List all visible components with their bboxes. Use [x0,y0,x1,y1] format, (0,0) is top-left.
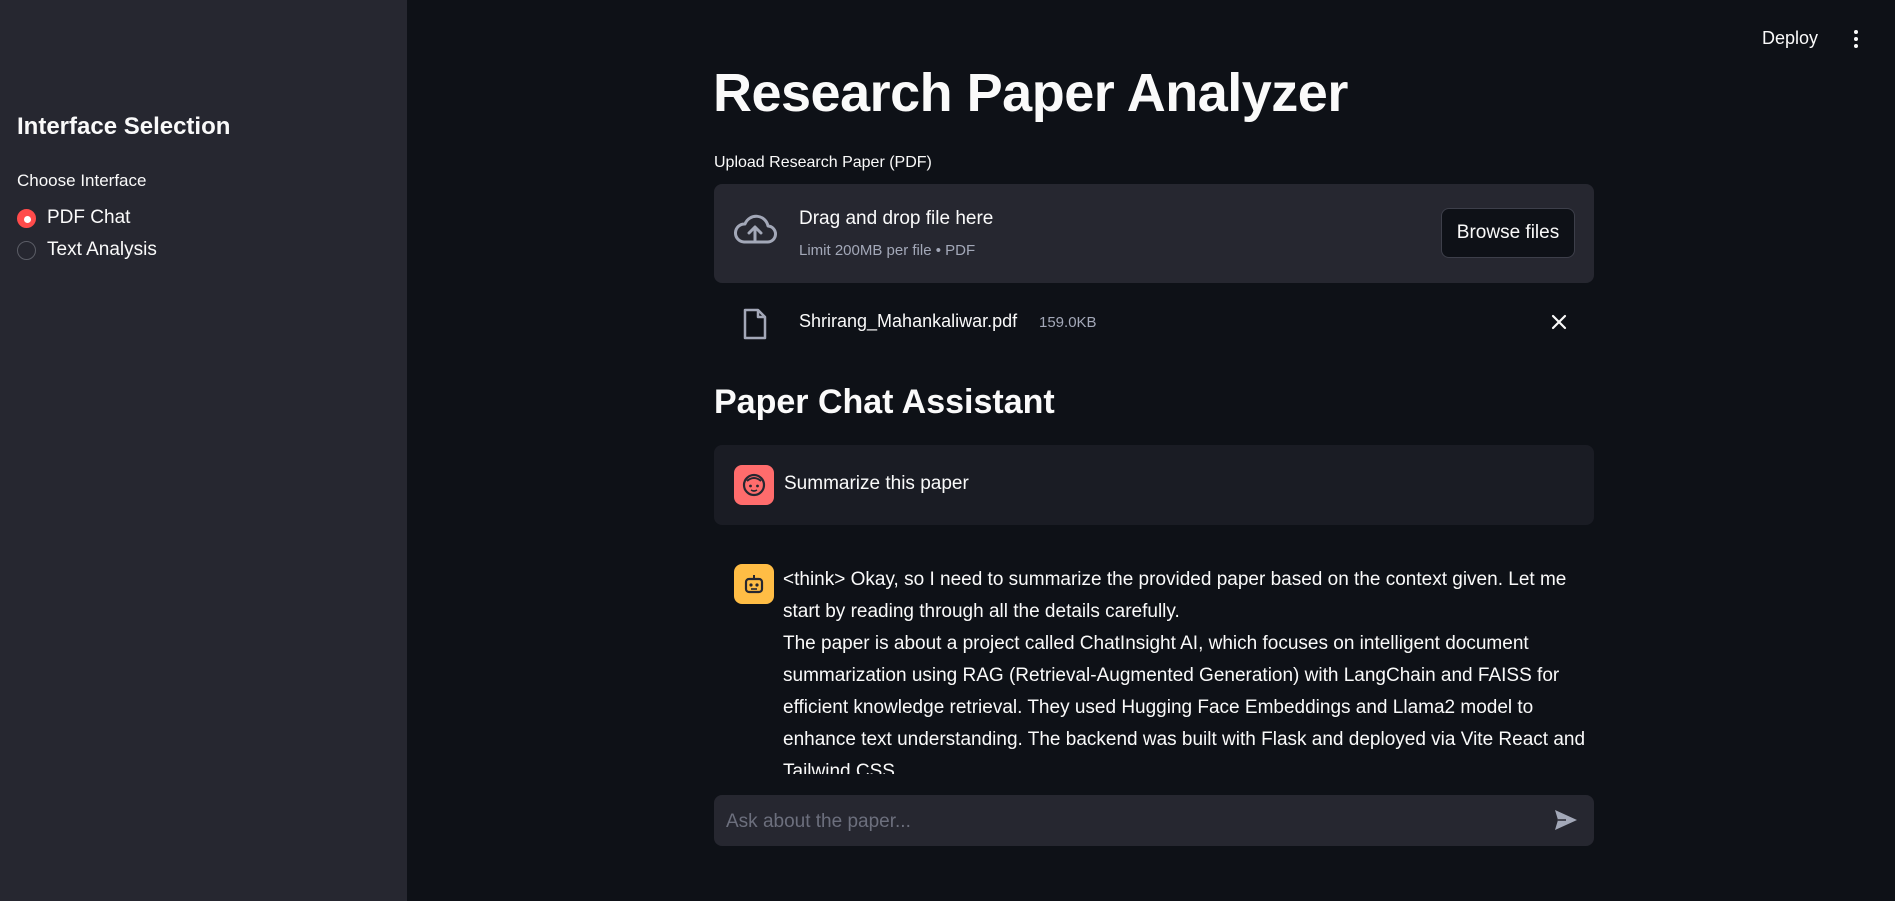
page-title: Research Paper Analyzer [713,63,1348,123]
radio-option-label: Text Analysis [47,239,157,260]
send-icon[interactable] [1554,809,1578,831]
radio-option-label: PDF Chat [47,207,131,228]
cloud-upload-icon [734,214,777,244]
browse-files-button[interactable]: Browse files [1441,208,1575,258]
file-name: Shrirang_Mahankaliwar.pdf [799,311,1018,331]
bot-avatar-icon [734,564,774,604]
assistant-paragraph: <think> Okay, so I need to summarize the… [783,569,1567,622]
sidebar: Interface Selection Choose Interface PDF… [0,0,407,901]
chat-message-user: Summarize this paper [714,445,1594,525]
chat-message-text: Summarize this paper [784,473,969,494]
file-icon [743,308,767,340]
deploy-button[interactable]: Deploy [1762,28,1818,49]
radio-checked-icon[interactable] [17,208,36,228]
dropzone-limit: Limit 200MB per file • PDF [799,242,976,259]
dropzone-title: Drag and drop file here [799,208,994,229]
radio-option-text-analysis[interactable]: Text Analysis [17,239,157,261]
radio-option-pdf-chat[interactable]: PDF Chat [17,207,130,229]
uploaded-file-row: Shrirang_Mahankaliwar.pdf 159.0KB [714,300,1594,346]
chat-input[interactable] [724,795,1528,848]
file-dropzone[interactable]: Drag and drop file here Limit 200MB per … [714,184,1594,283]
assistant-paragraph: The paper is about a project called Chat… [783,633,1586,774]
chat-section-title: Paper Chat Assistant [714,383,1055,421]
user-avatar-icon [734,465,774,505]
sidebar-title: Interface Selection [17,113,231,140]
file-size: 159.0KB [1039,314,1097,331]
radio-group-label: Choose Interface [17,171,147,190]
kebab-menu-icon[interactable] [1852,30,1860,50]
upload-label: Upload Research Paper (PDF) [714,154,932,171]
radio-unchecked-icon[interactable] [17,240,36,260]
chat-input-box[interactable] [714,795,1594,848]
chat-message-assistant: <think> Okay, so I need to summarize the… [783,564,1595,774]
close-icon[interactable] [1550,313,1568,331]
